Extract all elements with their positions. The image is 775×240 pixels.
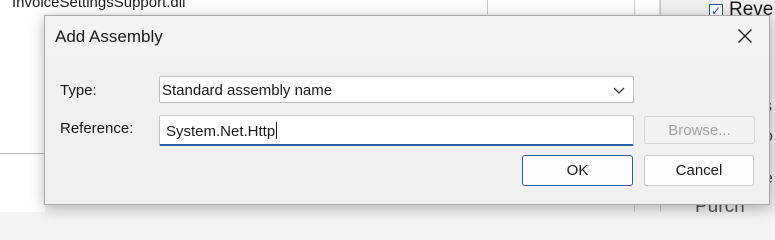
- reference-input[interactable]: System.Net.Http: [159, 115, 634, 146]
- close-button[interactable]: [727, 21, 763, 51]
- background-column-divider: [487, 0, 488, 14]
- dialog-title: Add Assembly: [55, 27, 163, 46]
- background-file-name: InvoiceSettingsSupport.dll: [12, 0, 186, 11]
- reference-input-value: System.Net.Http: [166, 122, 278, 140]
- dialog-titlebar[interactable]: Add Assembly: [45, 16, 769, 56]
- cancel-button[interactable]: Cancel: [644, 155, 754, 186]
- type-label: Type:: [60, 82, 97, 99]
- browse-button[interactable]: Browse...: [644, 116, 755, 144]
- reference-label: Reference:: [60, 120, 134, 137]
- type-select[interactable]: Standard assembly name: [159, 76, 634, 103]
- background-left-pane-line: [0, 153, 45, 154]
- add-assembly-dialog: Add Assembly Type: Standard assembly nam…: [44, 15, 770, 205]
- close-icon: [738, 29, 752, 43]
- chevron-down-icon: [613, 87, 625, 94]
- background-left-pane: [0, 14, 45, 212]
- type-select-value: Standard assembly name: [162, 82, 333, 99]
- text-caret: [276, 122, 278, 139]
- ok-button[interactable]: OK: [522, 155, 633, 186]
